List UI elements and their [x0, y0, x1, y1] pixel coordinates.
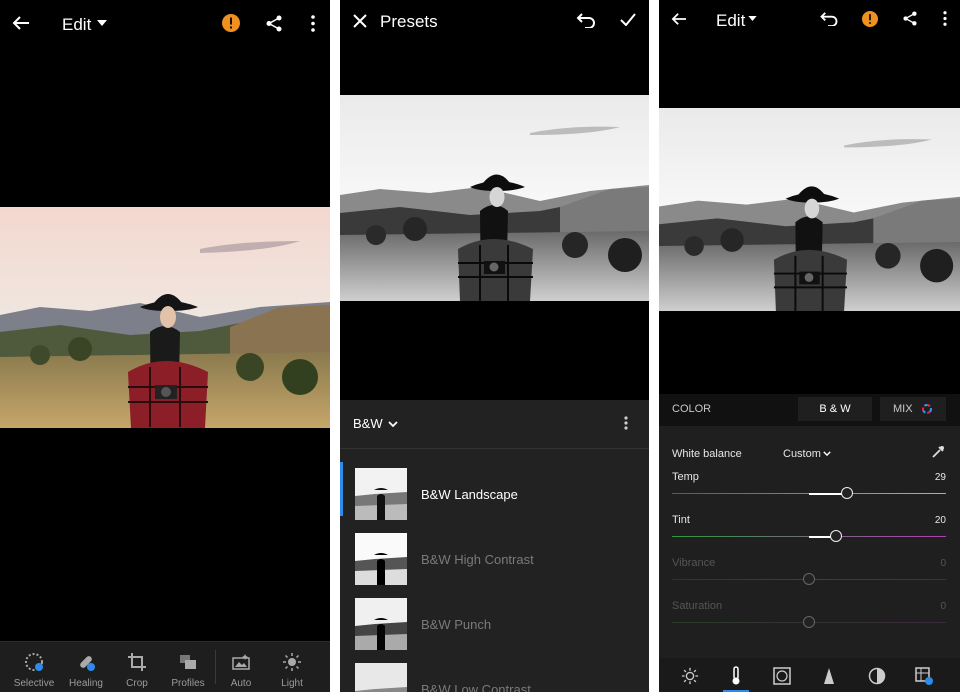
preset-item[interactable]: B&W Low Contrast	[340, 657, 649, 692]
slider-knob[interactable]	[803, 616, 815, 628]
presets-screen: Presets B&W B&W Landscape B&W High Contr…	[340, 0, 649, 692]
auto-icon	[232, 654, 250, 670]
tab-color[interactable]: COLOR	[672, 397, 711, 421]
effects-icon[interactable]	[773, 667, 791, 685]
profiles-icon	[180, 655, 196, 669]
temp-label: Temp	[672, 471, 699, 483]
more-vert-icon[interactable]	[943, 11, 947, 26]
edit-screen-color: Edit Selective Healing Crop Profiles Aut…	[0, 0, 330, 692]
saturation-label: Saturation	[672, 600, 723, 612]
slider-knob[interactable]	[830, 530, 843, 542]
color-panel: COLOR B & W MIX White balance Custom Tem…	[659, 394, 960, 692]
tool-label: Healing	[69, 678, 103, 689]
tint-label: Tint	[672, 514, 690, 526]
slider-knob[interactable]	[841, 487, 854, 499]
tab-mix-label: MIX	[893, 403, 913, 415]
preset-thumbnail	[355, 468, 407, 520]
tool-label: Profiles	[171, 678, 205, 689]
preset-thumbnail	[355, 663, 407, 692]
caret-down-icon[interactable]	[748, 16, 757, 21]
selective-icon	[25, 653, 43, 671]
edit-screen-bw: Edit COLOR B & W MIX White balance Custo…	[659, 0, 960, 692]
caret-down-icon[interactable]	[97, 20, 107, 26]
tab-bw[interactable]: B & W	[798, 397, 872, 421]
page-title: Presets	[380, 12, 438, 31]
tab-mix[interactable]: MIX	[880, 397, 946, 421]
white-balance-select[interactable]: Custom	[783, 448, 821, 460]
slider-knob[interactable]	[803, 573, 815, 585]
undo-icon[interactable]	[576, 12, 596, 28]
chevron-down-icon[interactable]	[823, 451, 831, 456]
more-vert-icon[interactable]	[311, 15, 315, 32]
healing-icon	[80, 656, 95, 671]
top-bar: Presets	[340, 0, 649, 46]
color-mix-icon	[922, 404, 932, 414]
chevron-down-icon[interactable]	[388, 421, 398, 427]
preset-thumbnail	[355, 533, 407, 585]
color-mode-tabs: COLOR B & W MIX	[659, 394, 960, 426]
detail-icon[interactable]	[822, 667, 836, 685]
undo-icon[interactable]	[819, 11, 839, 26]
back-arrow-icon[interactable]	[12, 15, 30, 31]
saturation-value: 0	[940, 601, 946, 612]
preset-thumbnail	[355, 598, 407, 650]
back-arrow-icon[interactable]	[671, 12, 687, 26]
share-icon[interactable]	[903, 11, 917, 26]
share-icon[interactable]	[266, 15, 282, 32]
photo-color[interactable]	[0, 207, 330, 428]
checkmark-icon[interactable]	[620, 13, 636, 26]
tool-label: Auto	[230, 678, 252, 689]
warning-icon[interactable]	[862, 11, 878, 27]
light-icon[interactable]	[681, 667, 699, 685]
tint-value: 20	[934, 515, 946, 526]
tool-label: Selective	[13, 678, 55, 689]
preset-name: B&W High Contrast	[421, 552, 534, 567]
vibrance-label: Vibrance	[672, 557, 716, 569]
preset-item[interactable]: B&W High Contrast	[340, 527, 649, 591]
light-icon	[283, 653, 301, 671]
crop-icon	[128, 653, 146, 671]
eyedropper-icon[interactable]	[931, 445, 945, 459]
preset-group-label[interactable]: B&W	[353, 416, 383, 431]
selected-indicator	[340, 462, 343, 516]
vibrance-value: 0	[940, 558, 946, 569]
photo-bw[interactable]	[659, 108, 960, 311]
top-bar: Edit	[0, 0, 330, 46]
preset-name: B&W Low Contrast	[421, 682, 531, 692]
preset-group-bar: B&W	[340, 400, 649, 449]
photo-bw[interactable]	[340, 95, 649, 301]
preset-list: B&W Landscape B&W High Contrast B&W Punc…	[340, 449, 649, 692]
close-icon[interactable]	[353, 14, 367, 28]
preset-name: B&W Landscape	[421, 487, 518, 502]
tool-label: Crop	[126, 678, 148, 689]
preset-item[interactable]: B&W Landscape	[340, 462, 649, 526]
optics-icon[interactable]	[868, 667, 886, 685]
page-title: Edit	[716, 11, 746, 30]
edit-category-bar	[659, 658, 960, 692]
top-bar: Edit	[659, 0, 960, 46]
temp-value: 29	[934, 472, 946, 483]
tool-bar: Selective Healing Crop Profiles Auto Lig…	[0, 641, 330, 692]
thermometer-icon[interactable]	[729, 666, 743, 686]
more-vert-icon[interactable]	[624, 416, 628, 430]
warning-icon[interactable]	[222, 14, 240, 32]
tool-label: Light	[281, 678, 303, 689]
preset-name: B&W Punch	[421, 617, 492, 632]
page-title: Edit	[62, 15, 92, 34]
white-balance-label: White balance	[672, 448, 742, 460]
geometry-icon[interactable]	[914, 666, 934, 686]
preset-item[interactable]: B&W Punch	[340, 592, 649, 656]
